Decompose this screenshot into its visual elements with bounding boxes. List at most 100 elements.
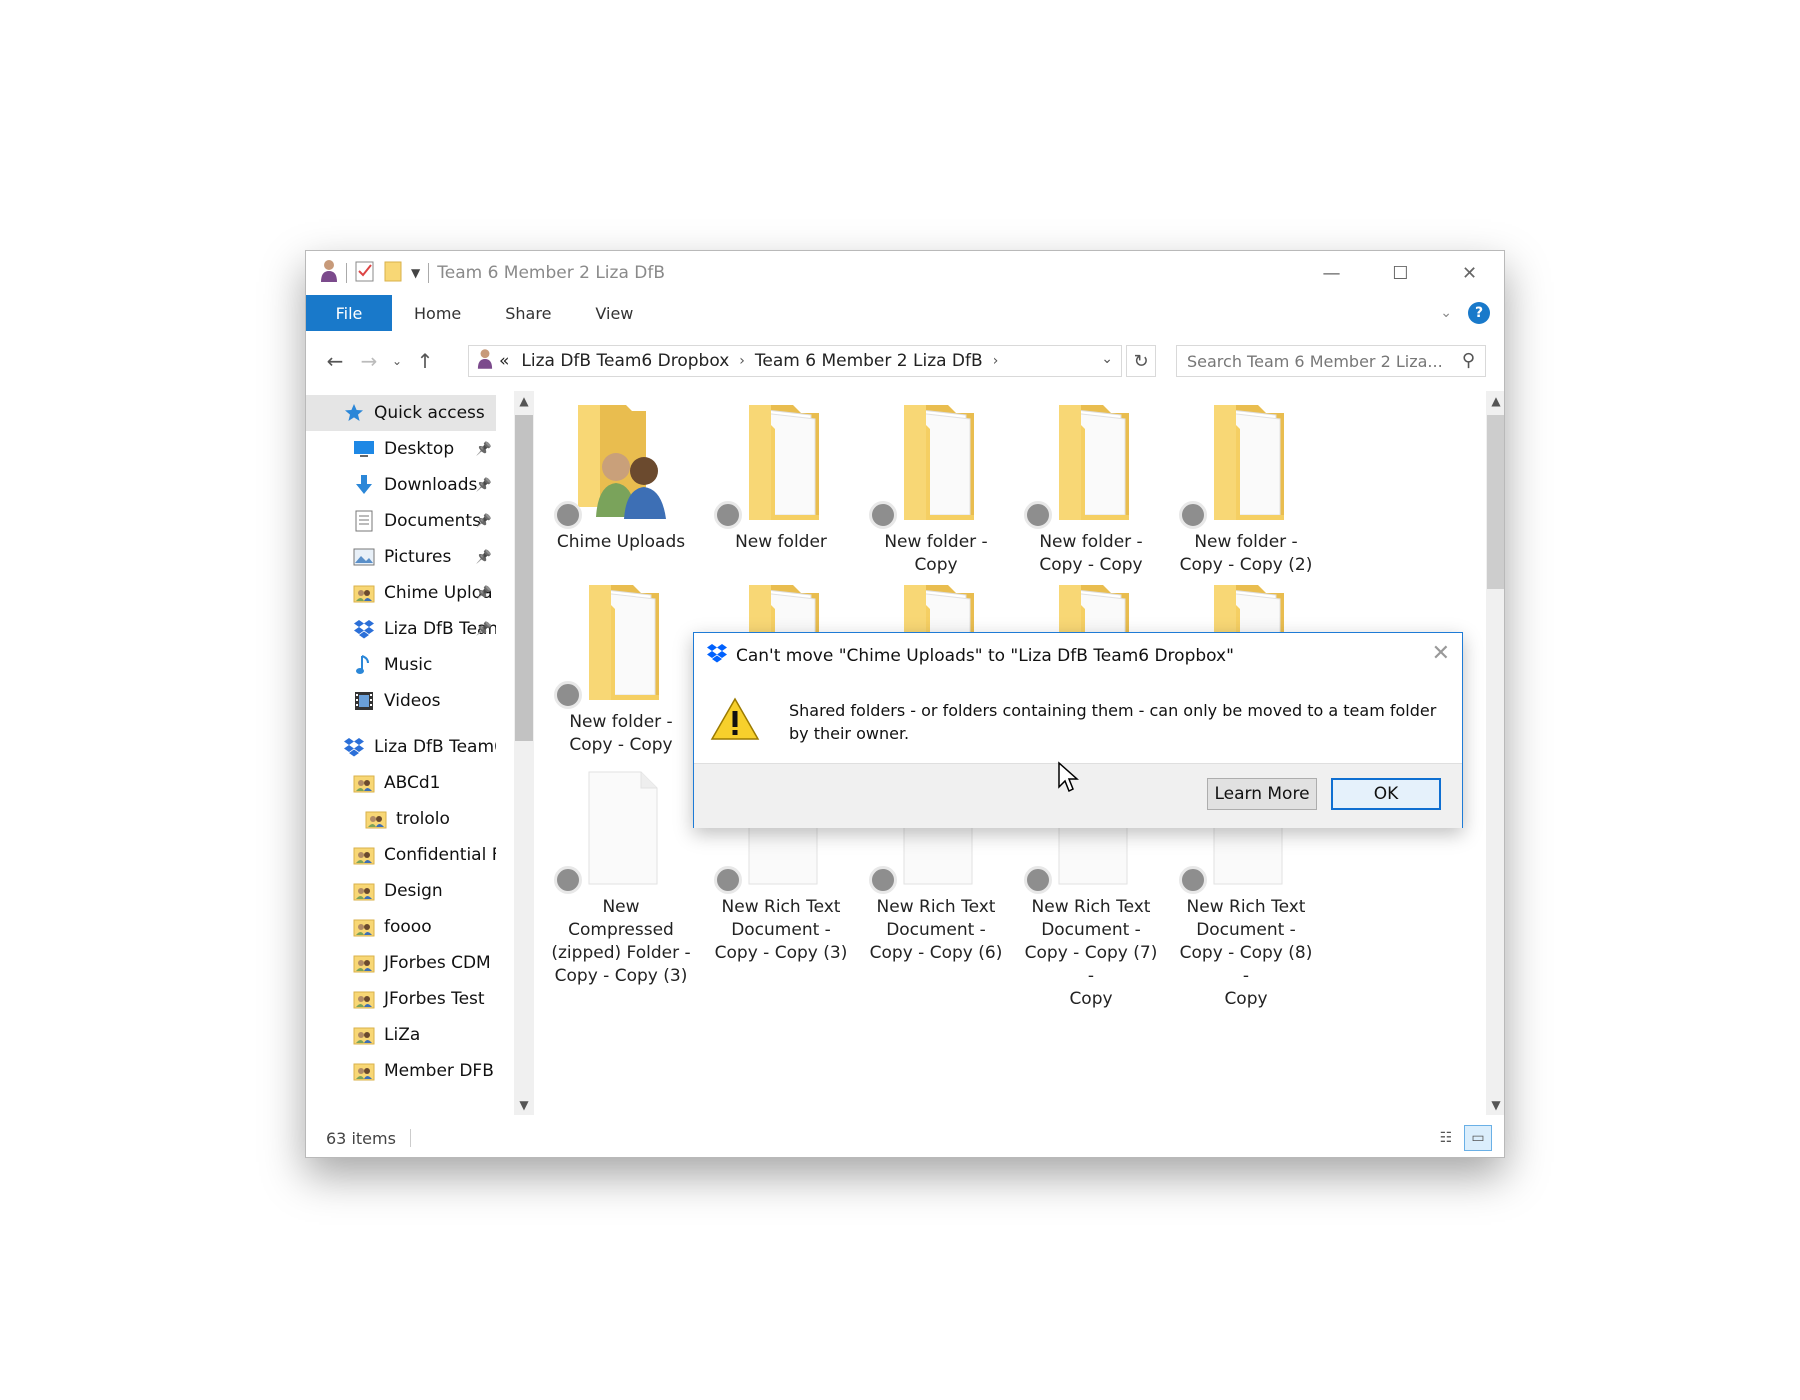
- file-item[interactable]: New folder - Copy - Copy (2): [1171, 391, 1321, 577]
- sidebar-item[interactable]: Liza DfB Team6 Dr: [306, 729, 496, 765]
- ok-button[interactable]: OK: [1331, 778, 1441, 810]
- shared-folder-icon: [352, 1024, 376, 1046]
- sidebar-item[interactable]: Pictures 📌: [306, 539, 496, 575]
- forward-button[interactable]: →: [352, 344, 386, 378]
- close-button[interactable]: ✕: [1435, 251, 1504, 295]
- chevron-right-icon[interactable]: ›: [993, 353, 999, 369]
- sidebar-item-label: LiZa: [384, 1025, 421, 1045]
- folder-icon: [1196, 395, 1296, 529]
- learn-more-button[interactable]: Learn More: [1207, 778, 1317, 810]
- file-list-scrollbar[interactable]: ▲ ▼: [1486, 391, 1504, 1115]
- search-input[interactable]: Search Team 6 Member 2 Liza... ⚲: [1176, 345, 1486, 377]
- file-item[interactable]: New folder - Copy - Copy: [546, 571, 696, 757]
- sidebar-item-label: Music: [384, 655, 433, 675]
- sidebar-item[interactable]: foooo: [306, 909, 496, 945]
- pin-icon[interactable]: 📌: [476, 550, 492, 565]
- cloud-sync-icon: [869, 866, 897, 894]
- tab-share[interactable]: Share: [483, 295, 573, 331]
- sidebar-item-label: ABCd1: [384, 773, 441, 793]
- dropbox-icon: [706, 643, 728, 668]
- sidebar-item[interactable]: Member DFB Te:: [306, 1053, 496, 1089]
- search-icon[interactable]: ⚲: [1462, 350, 1475, 371]
- file-item[interactable]: New folder - Copy - Copy: [1016, 391, 1166, 577]
- shared-folder-icon: [352, 988, 376, 1010]
- large-icons-view-icon[interactable]: ▭: [1464, 1125, 1492, 1151]
- pin-icon[interactable]: 📌: [476, 514, 492, 529]
- shared-folder-icon: [352, 582, 376, 604]
- sidebar-item[interactable]: ABCd1: [306, 765, 496, 801]
- details-view-icon[interactable]: ☷: [1432, 1125, 1460, 1151]
- shared-folder-icon: [352, 952, 376, 974]
- file-name: New Rich Text Document - Copy - Copy (6): [869, 897, 1003, 963]
- customize-toolbar-icon[interactable]: ▼: [411, 266, 420, 280]
- chevron-down-icon[interactable]: ⌄: [1101, 351, 1113, 367]
- back-button[interactable]: ←: [318, 344, 352, 378]
- sidebar-item[interactable]: Chime Uploa 📌: [306, 575, 496, 611]
- chevron-right-icon[interactable]: ›: [739, 353, 745, 369]
- help-icon[interactable]: ?: [1468, 302, 1490, 324]
- properties-icon[interactable]: [355, 260, 375, 286]
- file-item[interactable]: New Compressed (zipped) Folder - Copy - …: [546, 756, 696, 988]
- dropbox-icon: [342, 736, 366, 758]
- tab-view[interactable]: View: [573, 295, 655, 331]
- file-item[interactable]: New folder: [706, 391, 856, 554]
- address-bar[interactable]: « Liza DfB Team6 Dropbox › Team 6 Member…: [468, 345, 1122, 377]
- maximize-button[interactable]: ☐: [1366, 251, 1435, 295]
- sidebar-item[interactable]: Desktop 📌: [306, 431, 496, 467]
- navigation-pane-scrollbar[interactable]: ▲ ▼: [514, 391, 534, 1115]
- dialog-close-button[interactable]: ✕: [1432, 641, 1450, 666]
- sidebar-item[interactable]: Videos: [306, 683, 496, 719]
- music-note-icon: [352, 654, 376, 676]
- sidebar-item[interactable]: Liza DfB Tean 📌: [306, 611, 496, 647]
- scroll-up-icon[interactable]: ▲: [1486, 391, 1504, 411]
- file-name: New folder: [735, 532, 827, 552]
- sidebar-item-label: Videos: [384, 691, 441, 711]
- new-folder-icon[interactable]: [383, 260, 403, 286]
- pin-icon[interactable]: 📌: [476, 622, 492, 637]
- scroll-down-icon[interactable]: ▼: [1486, 1095, 1504, 1115]
- sidebar-item[interactable]: JForbes CDM Ro: [306, 945, 496, 981]
- sidebar-item-label: Quick access: [374, 403, 485, 423]
- tab-home[interactable]: Home: [392, 295, 483, 331]
- sidebar-item[interactable]: Quick access: [306, 395, 496, 431]
- refresh-button[interactable]: ↻: [1126, 345, 1156, 377]
- up-button[interactable]: ↑: [408, 344, 442, 378]
- file-name: New Rich Text Document - Copy - Copy (8)…: [1179, 897, 1313, 1009]
- sidebar-item[interactable]: trololo: [306, 801, 496, 837]
- file-name: New Compressed (zipped) Folder - Copy - …: [551, 897, 691, 986]
- shared-folder-icon: [352, 1060, 376, 1082]
- breadcrumb-overflow[interactable]: «: [499, 351, 509, 371]
- sidebar-item[interactable]: Design: [306, 873, 496, 909]
- sidebar-item[interactable]: LiZa: [306, 1017, 496, 1053]
- sidebar-item[interactable]: Downloads 📌: [306, 467, 496, 503]
- sidebar-item[interactable]: Documents 📌: [306, 503, 496, 539]
- recent-locations-button[interactable]: ⌄: [386, 344, 408, 378]
- sidebar-item[interactable]: Confidential Fol: [306, 837, 496, 873]
- status-bar: 63 items ☷ ▭: [306, 1117, 1504, 1157]
- file-name: New Rich Text Document - Copy - Copy (7)…: [1024, 897, 1158, 1009]
- pin-icon[interactable]: 📌: [476, 478, 492, 493]
- scroll-up-icon[interactable]: ▲: [514, 391, 534, 411]
- scrollbar-thumb[interactable]: [515, 415, 533, 741]
- minimize-button[interactable]: —: [1297, 251, 1366, 295]
- sidebar-item[interactable]: JForbes Test: [306, 981, 496, 1017]
- cloud-sync-icon: [1024, 501, 1052, 529]
- file-item[interactable]: Chime Uploads: [546, 391, 696, 554]
- expand-ribbon-icon[interactable]: ⌄: [1440, 305, 1452, 321]
- cloud-sync-icon: [554, 501, 582, 529]
- tab-file[interactable]: File: [306, 295, 392, 331]
- shared-folder-icon: [364, 808, 388, 830]
- sidebar-item[interactable]: Music: [306, 647, 496, 683]
- cloud-sync-icon: [554, 866, 582, 894]
- file-item[interactable]: New folder - Copy: [861, 391, 1011, 577]
- dropbox-icon: [352, 618, 376, 640]
- scroll-down-icon[interactable]: ▼: [514, 1095, 534, 1115]
- scrollbar-thumb[interactable]: [1487, 415, 1504, 589]
- breadcrumb-item[interactable]: Liza DfB Team6 Dropbox: [521, 351, 729, 371]
- user-icon[interactable]: [320, 259, 338, 287]
- pin-icon[interactable]: 📌: [476, 586, 492, 601]
- pin-icon[interactable]: 📌: [476, 442, 492, 457]
- folder-icon: [731, 395, 831, 529]
- sidebar-item-label: Documents: [384, 511, 481, 531]
- breadcrumb-item[interactable]: Team 6 Member 2 Liza DfB: [755, 351, 983, 371]
